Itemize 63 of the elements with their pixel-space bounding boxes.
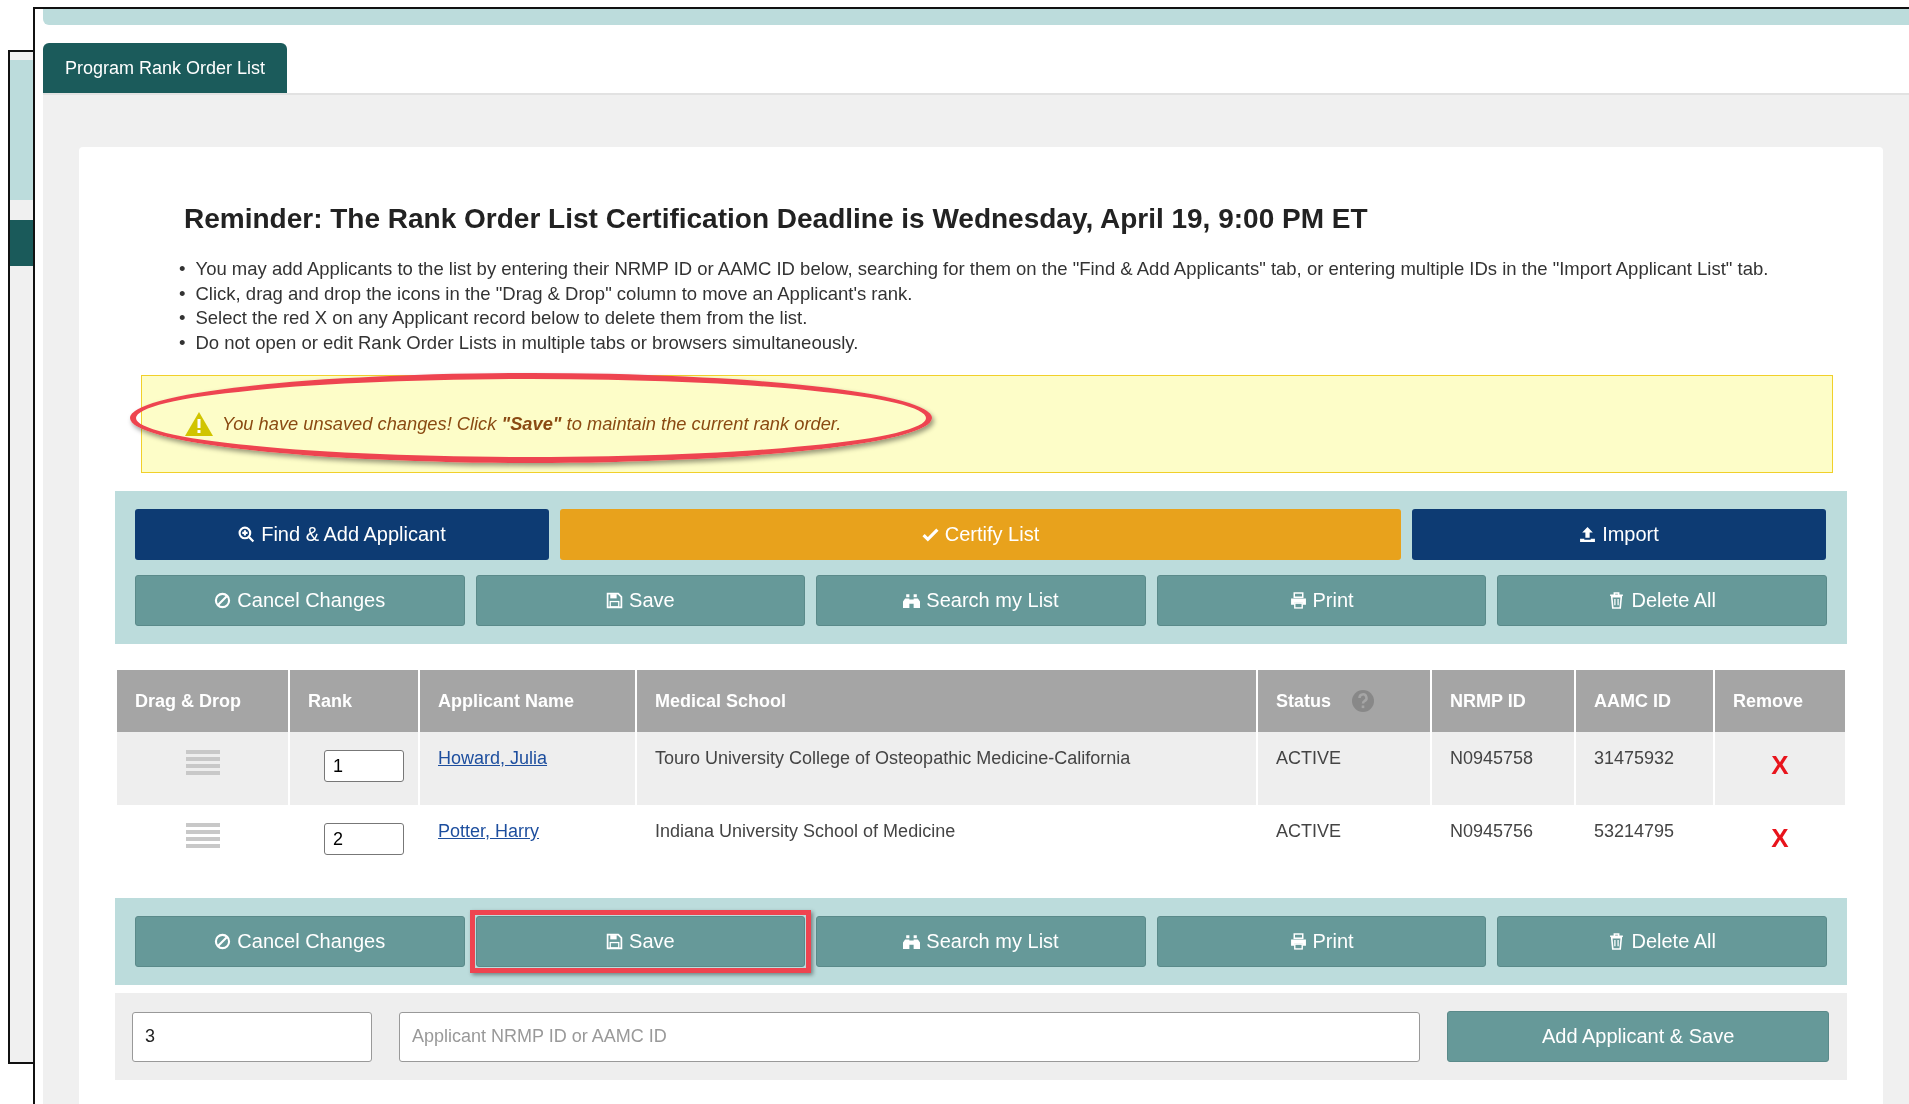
bullet-mark: • <box>179 306 186 330</box>
table-cell: Touro University College of Osteopathic Medicine-California <box>655 748 1131 768</box>
table-cell: 53214795 <box>1594 821 1675 841</box>
instruction-text: Select the red X on any Applicant record below to delete them from the list. <box>195 306 808 330</box>
column-header: Medical School <box>637 670 1256 732</box>
save-button[interactable]: Save <box>475 575 806 626</box>
instruction-text: Click, drag and drop the icons in the "Drag & Drop" column to move an Applicant's rank. <box>195 281 913 306</box>
save-button[interactable]: Save <box>475 916 806 967</box>
rank-input[interactable]: 1 <box>324 750 404 782</box>
column-header: AAMC ID <box>1576 670 1713 732</box>
find-button[interactable]: Find & Add Applicant <box>135 509 549 560</box>
cancel-button[interactable]: Cancel Changes <box>135 575 465 626</box>
column-header: Status <box>1258 670 1430 732</box>
drag-handle-icon[interactable] <box>185 823 220 849</box>
column-header: NRMP ID <box>1432 670 1574 732</box>
table-cell: N0945756 <box>1450 821 1534 841</box>
applicant-link[interactable]: Potter, Harry <box>438 821 540 841</box>
add-button[interactable]: Add Applicant & Save <box>1447 1011 1829 1062</box>
table-cell: Indiana University School of Medicine <box>655 821 956 841</box>
bullet-mark: • <box>179 281 186 306</box>
applicant-link[interactable]: Howard, Julia <box>438 748 548 768</box>
cancel-button[interactable]: Cancel Changes <box>135 916 465 967</box>
remove-button[interactable]: X <box>1771 750 1789 780</box>
trash-icon <box>1608 592 1626 609</box>
bullet-mark: • <box>179 257 186 281</box>
alert-message: You have unsaved changes! Click "Save" to maintain the current rank order. <box>222 413 842 435</box>
binoculars-icon <box>903 592 921 609</box>
reminder-heading: Reminder: The Rank Order List Certification Deadline is Wednesday, April 19, 9:00 PM ET <box>184 203 1369 235</box>
column-header: Drag & Drop <box>117 670 288 732</box>
column-header: Applicant Name <box>420 670 635 732</box>
search-button[interactable]: Search my List <box>816 916 1146 967</box>
delete-button[interactable]: Delete All <box>1497 916 1827 967</box>
drag-handle-icon[interactable] <box>185 750 220 776</box>
remove-button[interactable]: X <box>1771 823 1789 853</box>
print-button[interactable]: Print <box>1156 916 1487 967</box>
printer-icon <box>1289 933 1307 950</box>
column-header: Rank <box>290 670 418 732</box>
zoom-in-icon <box>238 526 256 543</box>
import-button[interactable]: Import <box>1412 509 1826 560</box>
tab[interactable]: Program Rank Order List <box>43 43 288 93</box>
delete-button[interactable]: Delete All <box>1497 575 1827 626</box>
trash-icon <box>1608 933 1626 950</box>
check-icon <box>921 526 939 543</box>
column-header: Remove <box>1715 670 1845 732</box>
table-cell: ACTIVE <box>1276 821 1341 841</box>
warning-icon <box>184 411 214 437</box>
ban-icon <box>214 592 232 609</box>
certify-button[interactable]: Certify List <box>560 509 1401 560</box>
table-cell: 31475932 <box>1594 748 1675 768</box>
upload-icon <box>1579 526 1597 543</box>
search-button[interactable]: Search my List <box>816 575 1146 626</box>
table-cell: N0945758 <box>1450 748 1534 768</box>
rank-input[interactable]: 3 <box>132 1011 372 1062</box>
table-cell: ACTIVE <box>1276 748 1341 768</box>
print-button[interactable]: Print <box>1156 575 1487 626</box>
id-input[interactable]: Applicant NRMP ID or AAMC ID <box>399 1011 1421 1062</box>
rank-input[interactable]: 2 <box>324 823 404 855</box>
ban-icon <box>214 933 232 950</box>
printer-icon <box>1289 592 1307 609</box>
instruction-text: You may add Applicants to the list by entering their NRMP ID or AAMC ID below, searching for them on the "Find & Add Applicants" tab, or entering multiple IDs in the "Import Applicant List" tab. <box>195 257 1769 281</box>
instruction-text: Do not open or edit Rank Order Lists in multiple tabs or browsers simultaneously. <box>195 330 859 355</box>
bullet-mark: • <box>179 330 186 355</box>
binoculars-icon <box>903 933 921 950</box>
